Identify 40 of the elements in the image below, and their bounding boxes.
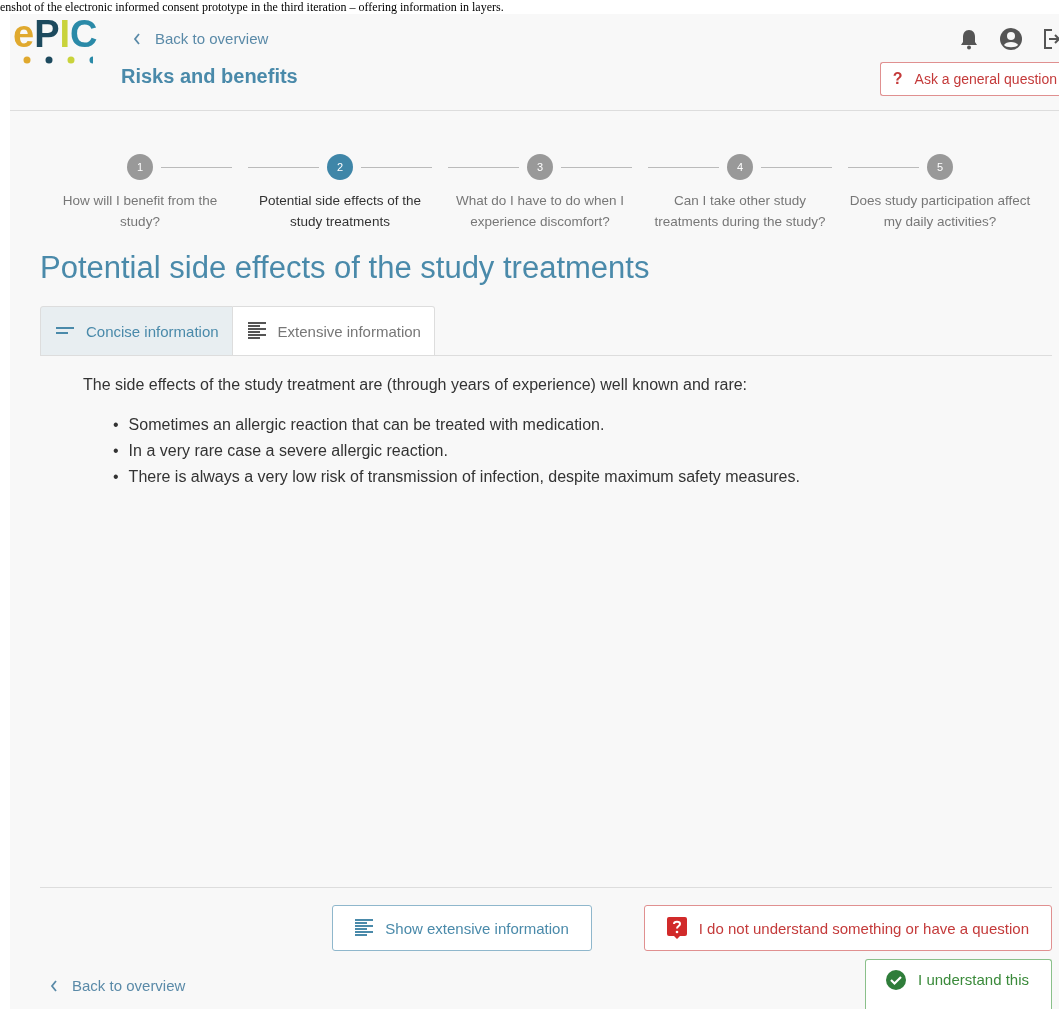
bullet-item: Sometimes an allergic reaction that can be treated with medication. xyxy=(128,415,605,435)
text-lines-icon xyxy=(355,919,374,937)
step-number[interactable]: 1 xyxy=(127,154,153,180)
info-tab[interactable]: Concise information xyxy=(40,306,233,356)
step-number[interactable]: 5 xyxy=(927,154,953,180)
step-number[interactable]: 4 xyxy=(727,154,753,180)
question-button[interactable]: I do not understand something or have a question xyxy=(643,905,1052,951)
bullet-marker: • xyxy=(113,467,119,487)
logout-icon[interactable] xyxy=(1044,28,1059,50)
intro-text: The side effects of the study treatment are (through years of experience) well known and rare: xyxy=(83,376,749,394)
section-heading: Potential side effects of the study treatments xyxy=(40,250,651,286)
chevron-left-icon xyxy=(50,979,58,992)
dots-icon xyxy=(23,56,93,64)
user-icon[interactable] xyxy=(1000,28,1022,50)
back-link[interactable]: Back to overview xyxy=(50,977,186,994)
caption-text: enshot of the electronic informed consent prototype in the third iteration – offering information in layers. xyxy=(0,0,504,14)
lines-icon xyxy=(56,327,74,335)
bullet-marker: • xyxy=(113,415,119,435)
step-label[interactable]: What do I have to do when I experience discomfort? xyxy=(449,190,631,232)
bullet-item: There is always a very low risk of transmission of infection, despite maximum safety measures. xyxy=(128,467,800,487)
question-bubble-icon xyxy=(666,917,687,939)
ask-question-button[interactable]: ? Ask a general question xyxy=(879,62,1059,96)
bullet-marker: • xyxy=(113,441,119,461)
step-label[interactable]: How will I benefit from the study? xyxy=(49,190,231,232)
back-link[interactable]: Back to overview xyxy=(133,30,269,47)
text-lines-icon xyxy=(247,322,266,340)
check-circle-icon xyxy=(886,969,907,990)
bell-icon[interactable] xyxy=(960,28,978,50)
logo: ePIC xyxy=(13,16,99,52)
show-extensive-button[interactable]: Show extensive information xyxy=(332,905,592,951)
page-title: Risks and benefits xyxy=(121,65,299,88)
step-label[interactable]: Potential side effects of the study treatments xyxy=(249,190,431,232)
bullet-item: In a very rare case a severe allergic reaction. xyxy=(128,441,448,461)
step-label[interactable]: Can I take other study treatments during the study? xyxy=(649,190,831,232)
step-number[interactable]: 3 xyxy=(527,154,553,180)
info-tab[interactable]: Extensive information xyxy=(232,306,435,356)
step-number[interactable]: 2 xyxy=(327,154,353,180)
understand-button[interactable]: I understand this xyxy=(865,959,1052,1009)
chevron-left-icon xyxy=(133,32,141,45)
step-label[interactable]: Does study participation affect my daily activities? xyxy=(849,190,1031,232)
